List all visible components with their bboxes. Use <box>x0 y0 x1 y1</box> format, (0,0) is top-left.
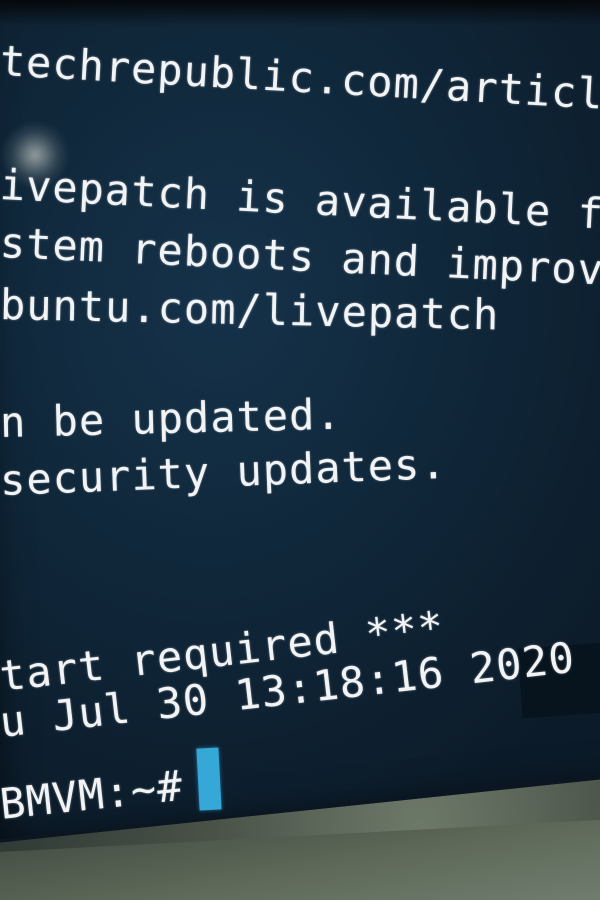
terminal-line-livepatch-url: buntu.com/livepatch <box>0 280 500 340</box>
terminal-cursor[interactable] <box>196 747 222 811</box>
monitor-bezel <box>0 0 600 26</box>
terminal-line-updated: n be updated. <box>0 389 343 447</box>
